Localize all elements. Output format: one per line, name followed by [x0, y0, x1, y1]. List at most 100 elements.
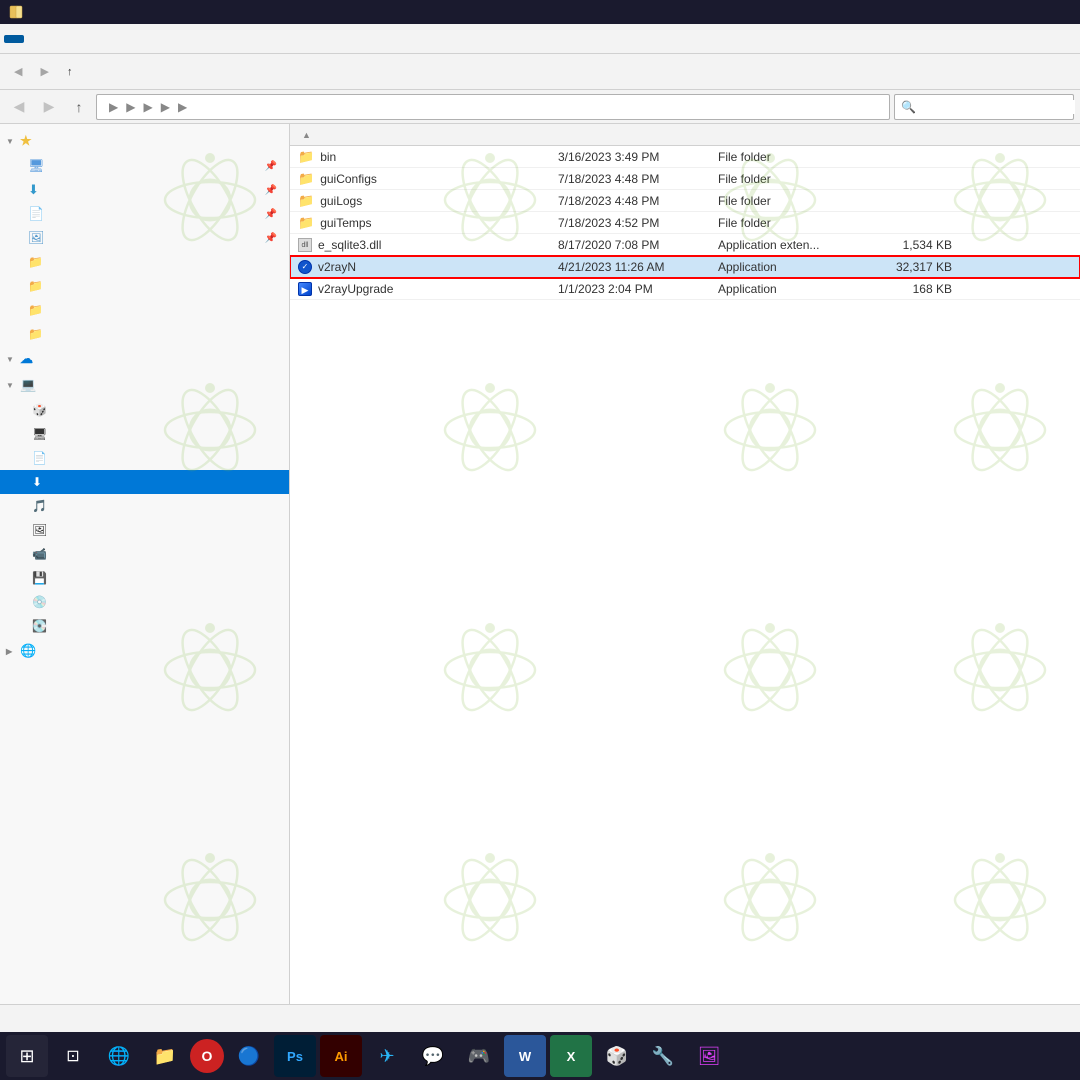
music-icon: 🎵	[32, 499, 47, 513]
sidebar-thispc-header[interactable]: ▼ 💻	[0, 372, 289, 398]
menu-file[interactable]	[4, 35, 24, 43]
file-name: v2rayN	[318, 260, 356, 274]
taskbar-excel[interactable]: X	[550, 1035, 592, 1077]
search-icon: 🔍	[901, 100, 916, 114]
file-date: 7/18/2023 4:52 PM	[550, 216, 710, 230]
file-list-header[interactable]: ▲	[290, 124, 1080, 146]
sidebar-item-desktop-pc[interactable]: 🖥	[0, 422, 289, 446]
documents-pc-icon: 📄	[32, 451, 47, 465]
back-button[interactable]: ◀	[6, 58, 30, 86]
quick-access-expand-icon: ▼	[6, 137, 16, 146]
sidebar-item-cd-e[interactable]: 💽	[0, 614, 289, 638]
table-row[interactable]: 📁 guiLogs 7/18/2023 4:48 PM File folder	[290, 190, 1080, 212]
file-name: e_sqlite3.dll	[318, 238, 381, 252]
pictures-pc-icon: 🖼	[32, 523, 47, 537]
taskbar-explorer[interactable]: 📁	[144, 1035, 186, 1077]
sidebar-item-videos[interactable]: 📹	[0, 542, 289, 566]
downloads-icon: ⬇	[28, 182, 39, 198]
menu-home[interactable]	[24, 35, 44, 43]
main-container: ▼ ★ 🖥 📌 ⬇ 📌 📄 📌 🖼 📌	[0, 124, 1080, 1052]
maximize-button[interactable]	[978, 0, 1024, 24]
app-icon: ▶	[298, 282, 312, 296]
col-header-name[interactable]: ▲	[290, 130, 550, 140]
file-name: bin	[320, 150, 336, 164]
nav-forward-button[interactable]: ▶	[36, 94, 62, 120]
search-bar[interactable]: 🔍	[894, 94, 1074, 120]
file-date: 4/21/2023 11:26 AM	[550, 260, 710, 274]
folder-icon: 📁	[298, 215, 314, 231]
sidebar-item-documents-quick[interactable]: 📄 📌	[0, 202, 289, 226]
forward-button[interactable]: ▶	[32, 58, 56, 86]
table-row[interactable]: dll e_sqlite3.dll 8/17/2020 7:08 PM Appl…	[290, 234, 1080, 256]
taskbar-steam[interactable]: 🎲	[596, 1035, 638, 1077]
telegram-folder-icon: 📁	[28, 303, 43, 317]
table-row[interactable]: 📁 guiConfigs 7/18/2023 4:48 PM File fold…	[290, 168, 1080, 190]
table-row[interactable]: ▶ v2rayUpgrade 1/1/2023 2:04 PM Applicat…	[290, 278, 1080, 300]
sidebar-item-afzoone-quick[interactable]: 📁	[0, 322, 289, 346]
folder-icon: 📁	[298, 193, 314, 209]
sidebar-item-data-d[interactable]: 💿	[0, 590, 289, 614]
sidebar-item-compressed-quick[interactable]: 📁	[0, 250, 289, 274]
sidebar-item-documents-pc[interactable]: 📄	[0, 446, 289, 470]
sidebar-item-pictures-pc[interactable]: 🖼	[0, 518, 289, 542]
table-row[interactable]: 📁 bin 3/16/2023 3:49 PM File folder	[290, 146, 1080, 168]
sidebar-network-header[interactable]: ▶ 🌐	[0, 638, 289, 664]
sidebar-item-pictures-quick[interactable]: 🖼 📌	[0, 226, 289, 250]
breadcrumb-sep-1: ▶	[109, 100, 118, 114]
sidebar-item-downloads-quick[interactable]: ⬇ 📌	[0, 178, 289, 202]
taskbar-start[interactable]: ⊞	[6, 1035, 48, 1077]
taskbar-telegram[interactable]: ✈	[366, 1035, 408, 1077]
sidebar-item-telegram-quick[interactable]: 📁	[0, 298, 289, 322]
file-type: Application exten...	[710, 238, 860, 252]
desktop-icon: 🖥	[28, 158, 45, 174]
file-type: Application	[710, 260, 860, 274]
sidebar-item-music[interactable]: 🎵	[0, 494, 289, 518]
breadcrumb[interactable]: ▶ ▶ ▶ ▶ ▶	[96, 94, 890, 120]
nav-back-button[interactable]: ◀	[6, 94, 32, 120]
file-pane: ▲ 📁 bin 3/16/2023 3:49 PM File folder	[290, 124, 1080, 1052]
taskbar-word[interactable]: W	[504, 1035, 546, 1077]
file-size: 1,534 KB	[860, 238, 960, 252]
menu-view[interactable]	[64, 35, 84, 43]
sidebar-item-3dobjects[interactable]: 🎲	[0, 398, 289, 422]
menu-share[interactable]	[44, 35, 64, 43]
file-name-cell: 📁 guiLogs	[290, 193, 550, 209]
table-row[interactable]: ✓ v2rayN 4/21/2023 11:26 AM Application …	[290, 256, 1080, 278]
dll-icon: dll	[298, 238, 312, 252]
taskbar-chrome[interactable]: 🔵	[228, 1035, 270, 1077]
file-date: 8/17/2020 7:08 PM	[550, 238, 710, 252]
file-size: 32,317 KB	[860, 260, 960, 274]
taskbar-photoshop[interactable]: Ps	[274, 1035, 316, 1077]
titlebar	[0, 0, 1080, 24]
search-input[interactable]	[920, 100, 1075, 114]
up-button[interactable]: ↑	[59, 58, 81, 86]
close-button[interactable]	[1026, 0, 1072, 24]
taskbar-teams[interactable]: 💬	[412, 1035, 454, 1077]
nav-up-button[interactable]: ↑	[66, 94, 92, 120]
afzoone-folder-icon: 📁	[28, 327, 43, 341]
ribbon-toolbar: ◀ ▶ ↑	[0, 54, 1080, 90]
sidebar-item-desktop-quick[interactable]: 🖥 📌	[0, 154, 289, 178]
file-type: Application	[710, 282, 860, 296]
minimize-button[interactable]	[930, 0, 976, 24]
sidebar-quick-access-header[interactable]: ▼ ★	[0, 128, 289, 154]
taskbar-search[interactable]: ⊡	[52, 1035, 94, 1077]
sidebar-item-downloads-pc[interactable]: ⬇	[0, 470, 289, 494]
taskbar-photos[interactable]: 🖼	[688, 1035, 730, 1077]
cd-e-icon: 💽	[32, 619, 47, 633]
desktop-pc-icon: 🖥	[32, 427, 47, 441]
taskbar-illustrator[interactable]: Ai	[320, 1035, 362, 1077]
pin-icon-documents: 📌	[265, 209, 277, 220]
taskbar-edge[interactable]: 🌐	[98, 1035, 140, 1077]
file-name-cell: ✓ v2rayN	[290, 260, 550, 274]
table-row[interactable]: 📁 guiTemps 7/18/2023 4:52 PM File folder	[290, 212, 1080, 234]
videos-icon: 📹	[32, 547, 47, 561]
sidebar-onedrive-header[interactable]: ▼ ☁	[0, 346, 289, 372]
sidebar-item-newfolder-quick[interactable]: 📁	[0, 274, 289, 298]
taskbar-gaming[interactable]: 🎮	[458, 1035, 500, 1077]
data-d-icon: 💿	[32, 595, 47, 609]
sidebar-item-win-c[interactable]: 💾	[0, 566, 289, 590]
taskbar-opera[interactable]: O	[190, 1039, 224, 1073]
file-name: v2rayUpgrade	[318, 282, 393, 296]
taskbar-tool[interactable]: 🔧	[642, 1035, 684, 1077]
